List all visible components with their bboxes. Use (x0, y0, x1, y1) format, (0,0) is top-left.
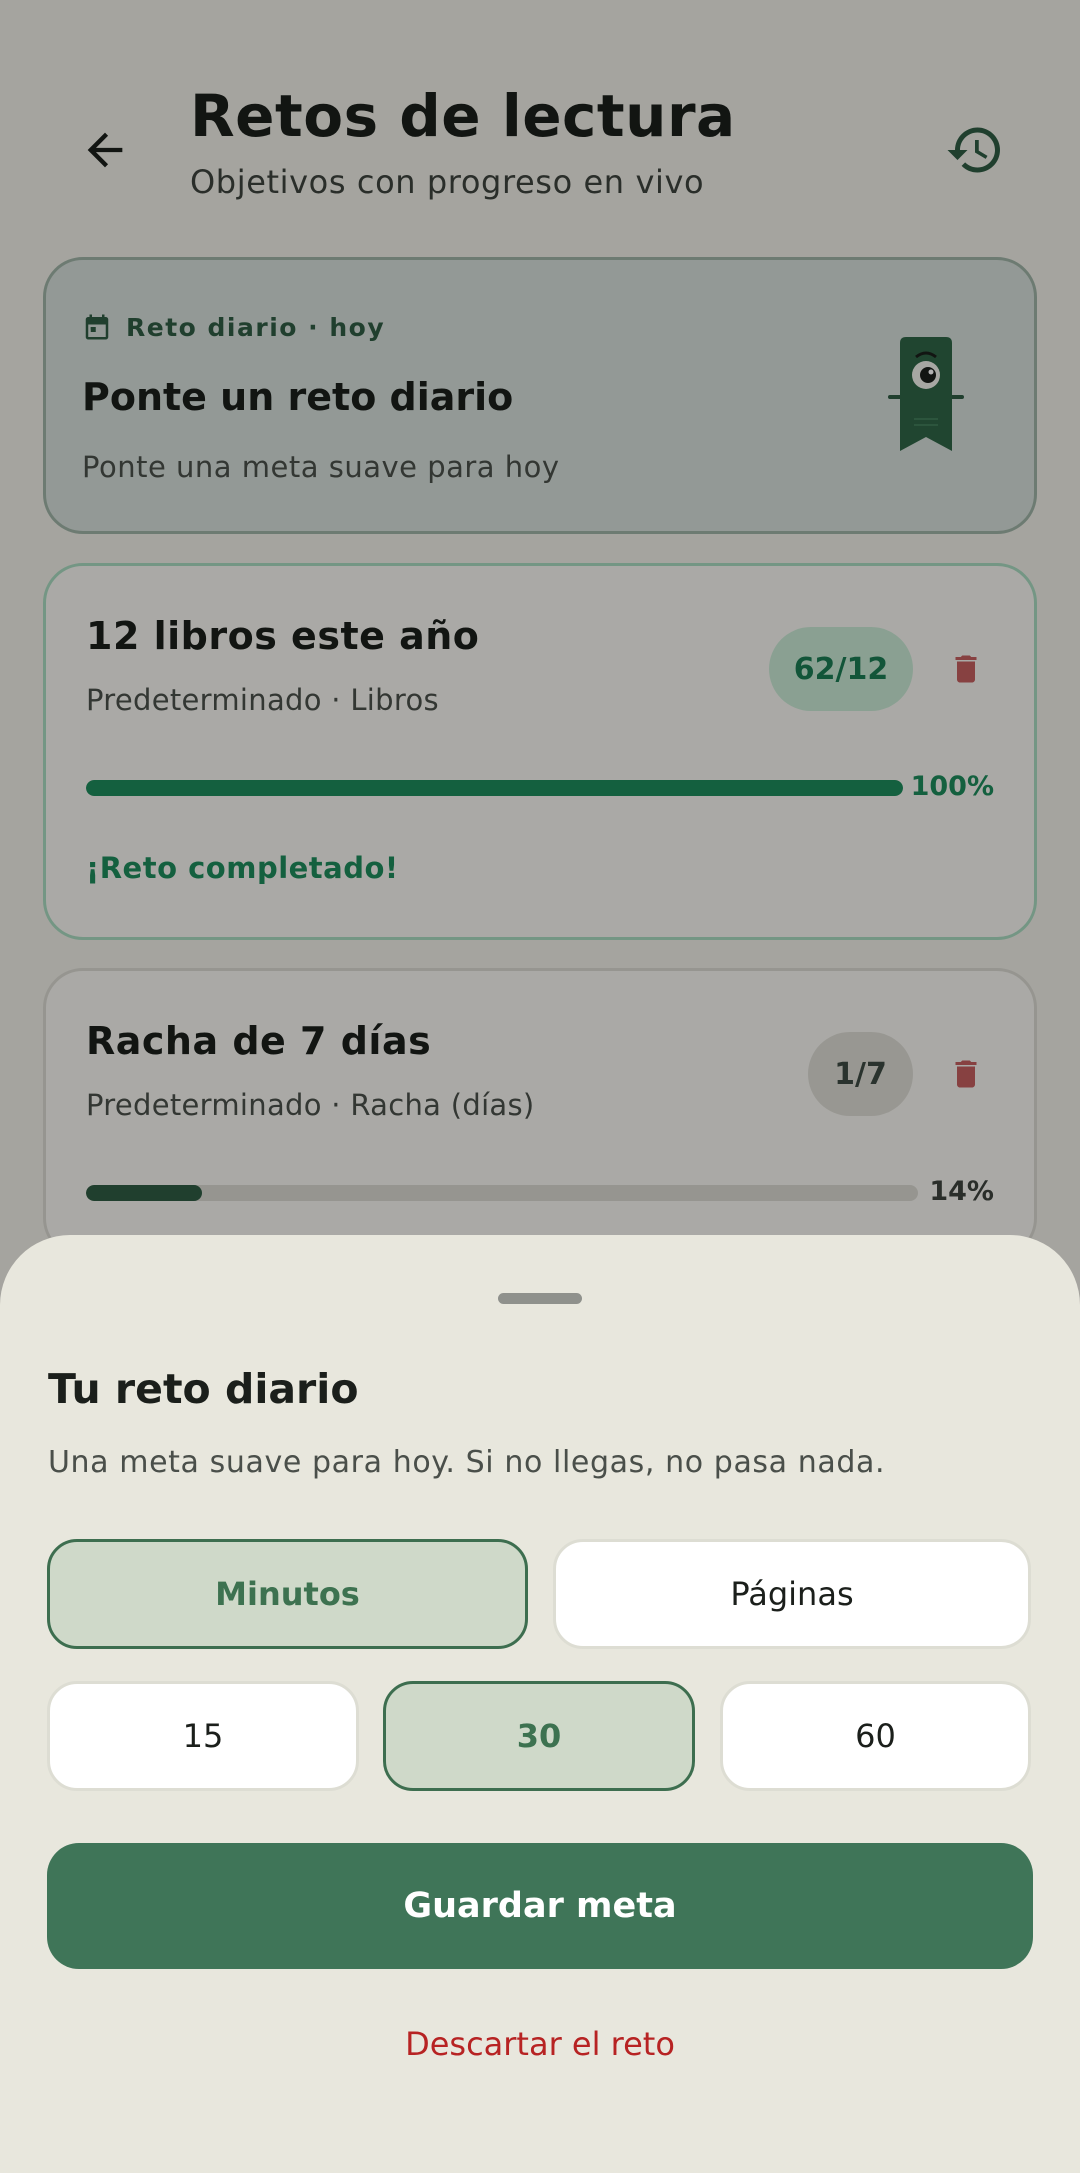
sheet-description: Una meta suave para hoy. Si no llegas, n… (48, 1445, 886, 1480)
sheet-title: Tu reto diario (48, 1365, 359, 1413)
value-option-30[interactable]: 30 (383, 1681, 695, 1791)
value-option-15[interactable]: 15 (47, 1681, 359, 1791)
unit-option-minutes[interactable]: Minutos (47, 1539, 528, 1649)
save-goal-button[interactable]: Guardar meta (47, 1843, 1033, 1969)
sheet-drag-handle[interactable] (498, 1293, 582, 1304)
discard-challenge-link[interactable]: Descartar el reto (0, 2025, 1080, 2063)
app-screen: Retos de lectura Objetivos con progreso … (0, 0, 1080, 2173)
value-option-60[interactable]: 60 (720, 1681, 1031, 1791)
daily-goal-bottom-sheet: Tu reto diario Una meta suave para hoy. … (0, 1235, 1080, 2173)
unit-option-pages[interactable]: Páginas (553, 1539, 1031, 1649)
